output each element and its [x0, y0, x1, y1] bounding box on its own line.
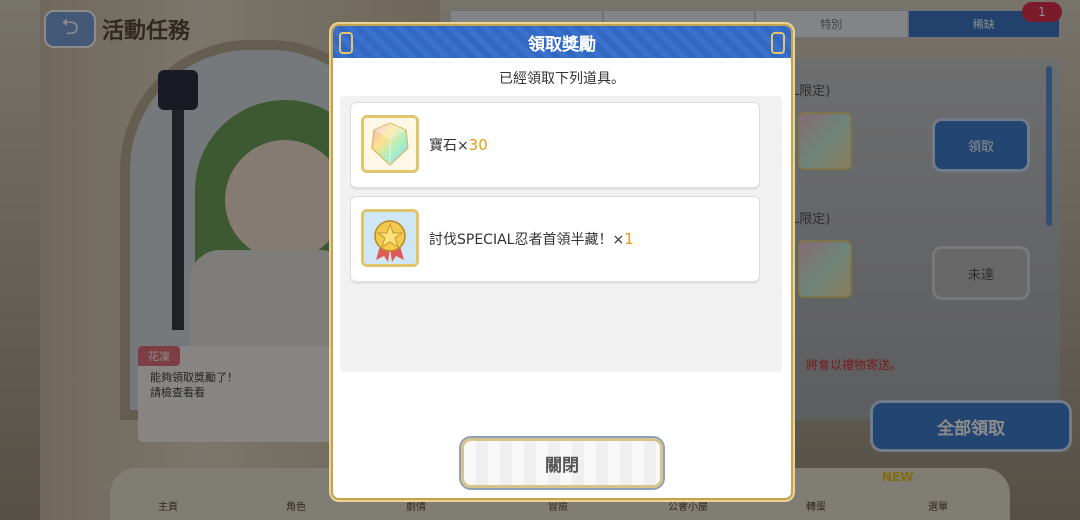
- modal-subtitle: 已經領取下列道具。: [499, 71, 625, 87]
- rainbow-gem-icon: [361, 115, 419, 173]
- gold-star-medal-icon: [361, 209, 419, 267]
- modal-title: 領取獎勵: [528, 34, 596, 55]
- reward-name: 寶石: [429, 138, 457, 154]
- reward-item: 寶石×30: [350, 102, 760, 188]
- reward-name: 討伐SPECIAL忍者首領半藏！: [429, 232, 613, 248]
- header-ornament-icon: [771, 32, 785, 54]
- modal-header: 領取獎勵: [333, 26, 791, 58]
- reward-modal: 領取獎勵 已經領取下列道具。 寶石×30 討伐SPECIAL忍者首領半藏！×1 …: [331, 24, 793, 500]
- reward-multiplier: ×: [457, 138, 469, 154]
- reward-item: 討伐SPECIAL忍者首領半藏！×1: [350, 196, 760, 282]
- rewards-list: 寶石×30 討伐SPECIAL忍者首領半藏！×1: [340, 96, 782, 372]
- reward-label: 寶石×30: [429, 135, 488, 155]
- reward-label: 討伐SPECIAL忍者首領半藏！×1: [429, 229, 634, 249]
- close-button[interactable]: 關閉: [461, 438, 663, 488]
- reward-count: 30: [468, 136, 488, 154]
- close-button-label: 關閉: [545, 455, 579, 476]
- reward-multiplier: ×: [612, 232, 625, 248]
- header-ornament-icon: [339, 32, 353, 54]
- reward-count: 1: [624, 230, 634, 248]
